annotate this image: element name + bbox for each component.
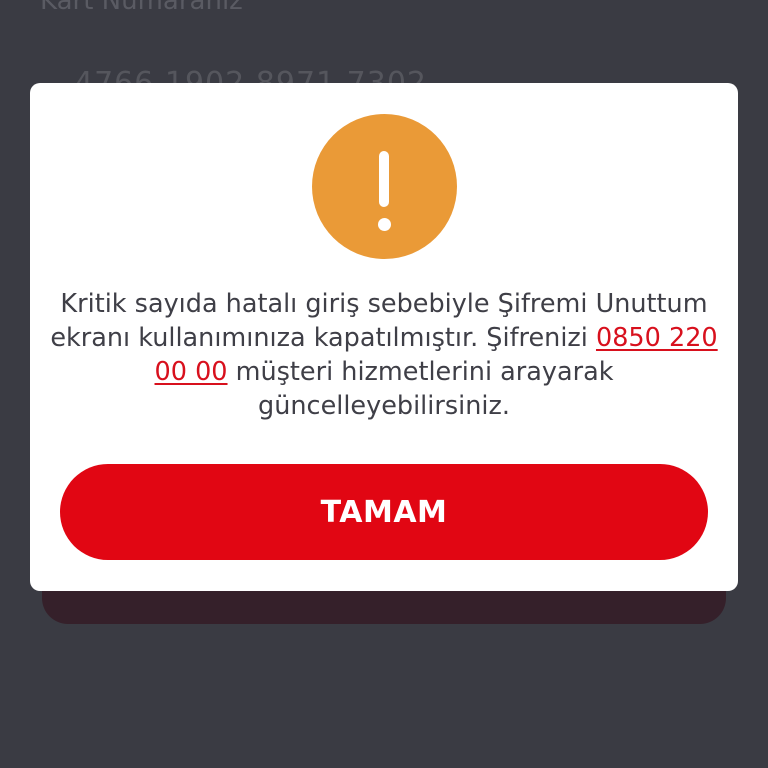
alert-dialog: Kritik sayıda hatalı giriş sebebiyle Şif…: [30, 83, 738, 591]
exclamation-icon: [312, 114, 457, 259]
ok-button[interactable]: TAMAM: [60, 464, 708, 560]
card-number-label: Kart Numaranız: [40, 0, 243, 16]
alert-message-text-end: müşteri hizmetlerini arayarak güncelleye…: [227, 357, 614, 421]
exclamation-dot: [378, 218, 391, 231]
alert-message: Kritik sayıda hatalı giriş sebebiyle Şif…: [50, 287, 718, 423]
exclamation-bar: [379, 151, 389, 207]
